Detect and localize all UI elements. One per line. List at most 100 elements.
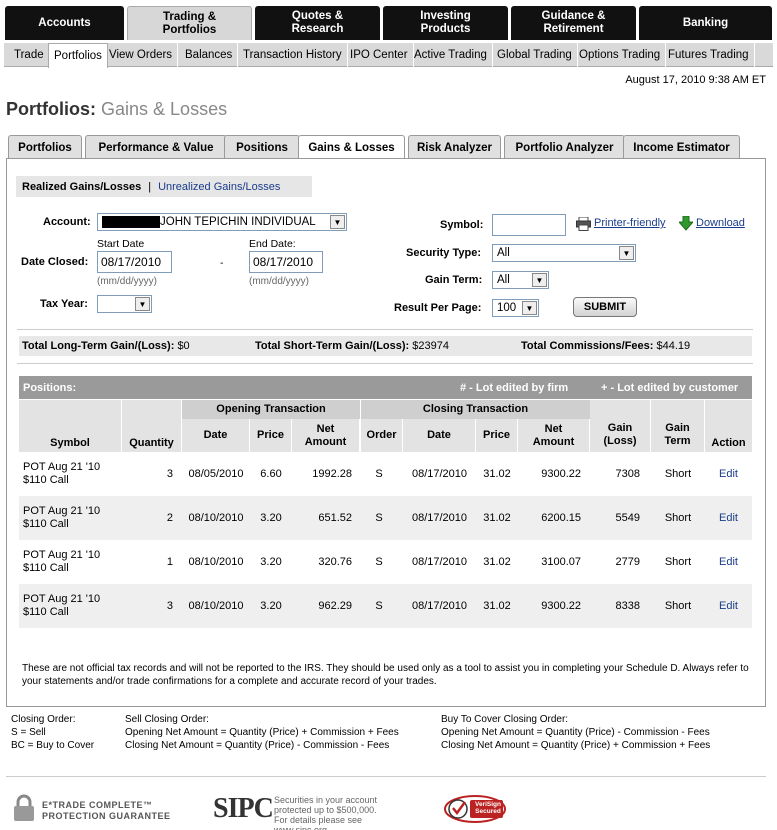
- tab-positions[interactable]: Positions: [224, 135, 300, 159]
- disclaimer-text: These are not official tax records and w…: [22, 663, 749, 687]
- total-long-term: Total Long-Term Gain/(Loss): $0: [22, 340, 190, 352]
- col-action-label: Action: [711, 437, 746, 449]
- nav-quotes-research[interactable]: Quotes & Research: [255, 6, 380, 40]
- nav-banking[interactable]: Banking: [639, 6, 772, 40]
- end-date-input[interactable]: 08/17/2010: [249, 251, 323, 273]
- subnav-options-trading[interactable]: Options Trading: [574, 43, 667, 67]
- etrade-guarantee-logo: E*TRADE COMPLETE™ PROTECTION GUARANTEE: [42, 800, 171, 821]
- row-open-net: 320.76: [318, 556, 352, 568]
- download-link[interactable]: Download: [696, 217, 745, 229]
- subnav-balances[interactable]: Balances: [180, 43, 239, 67]
- security-type-value: All: [497, 247, 510, 259]
- row-open-price: 6.60: [260, 468, 282, 480]
- gain-term-value: All: [497, 274, 510, 286]
- row-close-date: 08/17/2010: [411, 556, 468, 568]
- closing-order-legend: Closing Order: S = Sell BC = Buy to Cove…: [11, 714, 95, 751]
- tax-year-select[interactable]: ▼: [97, 295, 152, 313]
- start-date-input[interactable]: 08/17/2010: [97, 251, 172, 273]
- symbol-input[interactable]: [492, 214, 566, 236]
- col-quantity-label: Quantity: [129, 437, 174, 449]
- row-gain: 5549: [615, 512, 640, 524]
- row-close-net: 9300.22: [541, 468, 581, 480]
- total-commissions-value: $44.19: [656, 340, 691, 352]
- gain-term-select[interactable]: All ▼: [492, 271, 549, 289]
- page-title: Portfolios: Gains & Losses: [6, 99, 227, 120]
- col-symbol: Symbol: [19, 400, 122, 452]
- row-open-net: 962.29: [318, 600, 352, 612]
- result-per-page-value: 100: [497, 302, 517, 314]
- row-open-date: 08/05/2010: [188, 468, 244, 480]
- security-type-label: Security Type:: [406, 247, 481, 259]
- totals-bar: Total Long-Term Gain/(Loss): $0 Total Sh…: [19, 336, 752, 356]
- download-arrow-icon[interactable]: [679, 216, 693, 231]
- subnav-futures-trading[interactable]: Futures Trading: [663, 43, 755, 67]
- tab-gains-losses[interactable]: Gains & Losses: [298, 135, 405, 160]
- subtab-separator: |: [148, 180, 152, 193]
- tab-portfolios[interactable]: Portfolios: [8, 135, 82, 159]
- subnav-ipo-center[interactable]: IPO Center: [345, 43, 414, 67]
- row-qty: 1: [166, 556, 173, 568]
- row-open-price: 3.20: [260, 512, 282, 524]
- account-value: JOHN TEPICHIN INDIVIDUAL: [160, 216, 316, 228]
- subnav-portfolios[interactable]: Portfolios: [48, 43, 108, 68]
- section-tabs: Portfolios Performance & Value Positions…: [8, 135, 766, 160]
- row-term: Short: [664, 556, 692, 568]
- row-symbol: POT Aug 21 '10 $110 Call: [23, 593, 101, 618]
- col-open-net: Net Amount: [292, 419, 360, 452]
- date-range-dash: -: [220, 257, 224, 269]
- col-open-date: Date: [182, 419, 250, 452]
- nav-accounts[interactable]: Accounts: [5, 6, 124, 40]
- row-term: Short: [664, 468, 692, 480]
- nav-investing-products[interactable]: Investing Products: [383, 6, 508, 40]
- row-order: S: [375, 600, 383, 612]
- positions-header: Positions: # - Lot edited by firm + - Lo…: [19, 376, 752, 399]
- symbol-label: Symbol:: [440, 219, 484, 231]
- row-close-price: 31.02: [483, 600, 511, 612]
- subnav-view-orders[interactable]: View Orders: [104, 43, 179, 67]
- buy-to-cover-formula: Buy To Cover Closing Order: Opening Net …: [441, 714, 711, 751]
- submit-button[interactable]: SUBMIT: [573, 297, 637, 317]
- nav-guidance-retirement[interactable]: Guidance & Retirement: [511, 6, 636, 40]
- result-per-page-select[interactable]: 100 ▼: [492, 299, 539, 317]
- col-term: Gain Term: [651, 400, 705, 452]
- gains-subtabs: Realized Gains/Losses | Unrealized Gains…: [16, 176, 312, 197]
- subtab-realized[interactable]: Realized Gains/Losses: [22, 181, 141, 193]
- account-select[interactable]: JOHN TEPICHIN INDIVIDUAL ▼: [97, 213, 347, 231]
- subnav-global-trading[interactable]: Global Trading: [492, 43, 578, 67]
- subtab-unrealized[interactable]: Unrealized Gains/Losses: [158, 181, 280, 193]
- edit-link[interactable]: Edit: [705, 540, 752, 584]
- chevron-down-icon: ▼: [532, 273, 547, 287]
- tab-performance-value[interactable]: Performance & Value: [85, 135, 227, 159]
- firm-edit-note: # - Lot edited by firm: [460, 382, 569, 394]
- tab-risk-analyzer[interactable]: Risk Analyzer: [408, 135, 501, 159]
- subnav-transaction-history[interactable]: Transaction History: [238, 43, 348, 67]
- end-date-hint: (mm/dd/yyyy): [249, 276, 309, 287]
- gain-term-label: Gain Term:: [425, 274, 483, 286]
- table-row: POT Aug 21 '10 $110 Call 1 08/10/2010 3.…: [19, 540, 752, 584]
- row-open-net: 651.52: [318, 512, 352, 524]
- col-close-date: Date: [403, 419, 476, 452]
- nav-trading-portfolios[interactable]: Trading & Portfolios: [127, 6, 252, 40]
- row-symbol: POT Aug 21 '10 $110 Call: [23, 549, 101, 574]
- security-type-select[interactable]: All ▼: [492, 244, 636, 262]
- subnav-trade[interactable]: Trade: [9, 43, 50, 67]
- table-row: POT Aug 21 '10 $110 Call 3 08/05/2010 6.…: [19, 452, 752, 496]
- printer-friendly-link[interactable]: Printer-friendly: [594, 217, 666, 229]
- col-close-price: Price: [476, 419, 518, 452]
- tab-portfolio-analyzer[interactable]: Portfolio Analyzer: [504, 135, 625, 159]
- row-gain: 7308: [615, 468, 640, 480]
- tab-income-estimator[interactable]: Income Estimator: [623, 135, 740, 159]
- row-qty: 3: [166, 468, 173, 480]
- row-open-net: 1992.28: [312, 468, 352, 480]
- edit-link[interactable]: Edit: [705, 452, 752, 496]
- edit-link[interactable]: Edit: [705, 584, 752, 628]
- subnav-active-trading[interactable]: Active Trading: [409, 43, 493, 67]
- row-open-date: 08/10/2010: [188, 512, 244, 524]
- row-close-net: 3100.07: [541, 556, 581, 568]
- sipc-logo: SIPC: [213, 793, 274, 824]
- printer-icon[interactable]: [576, 217, 591, 231]
- col-quantity: Quantity: [122, 400, 182, 452]
- edit-link[interactable]: Edit: [705, 496, 752, 540]
- redaction-bar: [102, 215, 160, 228]
- total-short-term-value: $23974: [412, 340, 449, 352]
